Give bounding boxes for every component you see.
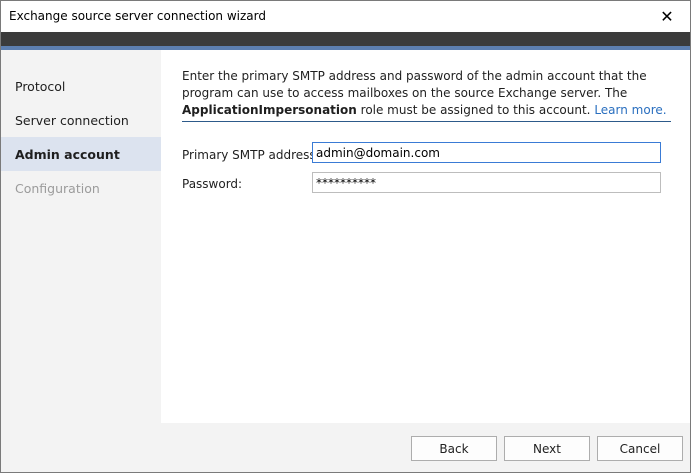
password-input[interactable] — [312, 172, 661, 193]
smtp-address-label: Primary SMTP address: — [182, 148, 320, 162]
sidebar-item-server-connection[interactable]: Server connection — [1, 103, 161, 137]
next-button[interactable]: Next — [504, 436, 590, 461]
content-pane: Enter the primary SMTP address and passw… — [161, 50, 690, 423]
sidebar-item-admin-account[interactable]: Admin account — [1, 137, 161, 171]
sidebar-item-protocol[interactable]: Protocol — [1, 69, 161, 103]
instructions-role-name: ApplicationImpersonation — [182, 103, 357, 117]
wizard-steps-sidebar: Protocol Server connection Admin account… — [1, 50, 161, 423]
instructions-part2: role must be assigned to this account. — [356, 103, 595, 117]
sidebar-item-label: Admin account — [15, 146, 120, 162]
smtp-address-input[interactable] — [312, 142, 661, 163]
separator-line — [182, 121, 671, 122]
header-band — [1, 32, 690, 46]
sidebar-item-label: Protocol — [15, 78, 66, 94]
cancel-button[interactable]: Cancel — [597, 436, 683, 461]
title-bar: Exchange source server connection wizard… — [1, 1, 690, 32]
close-icon: ✕ — [660, 7, 674, 26]
sidebar-item-label: Configuration — [15, 180, 100, 196]
back-button[interactable]: Back — [411, 436, 497, 461]
window-title: Exchange source server connection wizard — [9, 9, 266, 23]
sidebar-item-configuration: Configuration — [1, 171, 161, 205]
wizard-footer: Back Next Cancel — [1, 423, 690, 472]
instructions-part1: Enter the primary SMTP address and passw… — [182, 69, 647, 100]
password-label: Password: — [182, 177, 243, 191]
close-button[interactable]: ✕ — [644, 1, 690, 32]
instructions-text: Enter the primary SMTP address and passw… — [182, 68, 672, 119]
wizard-window: Exchange source server connection wizard… — [0, 0, 691, 473]
sidebar-item-label: Server connection — [15, 112, 129, 128]
learn-more-link[interactable]: Learn more. — [594, 103, 666, 117]
